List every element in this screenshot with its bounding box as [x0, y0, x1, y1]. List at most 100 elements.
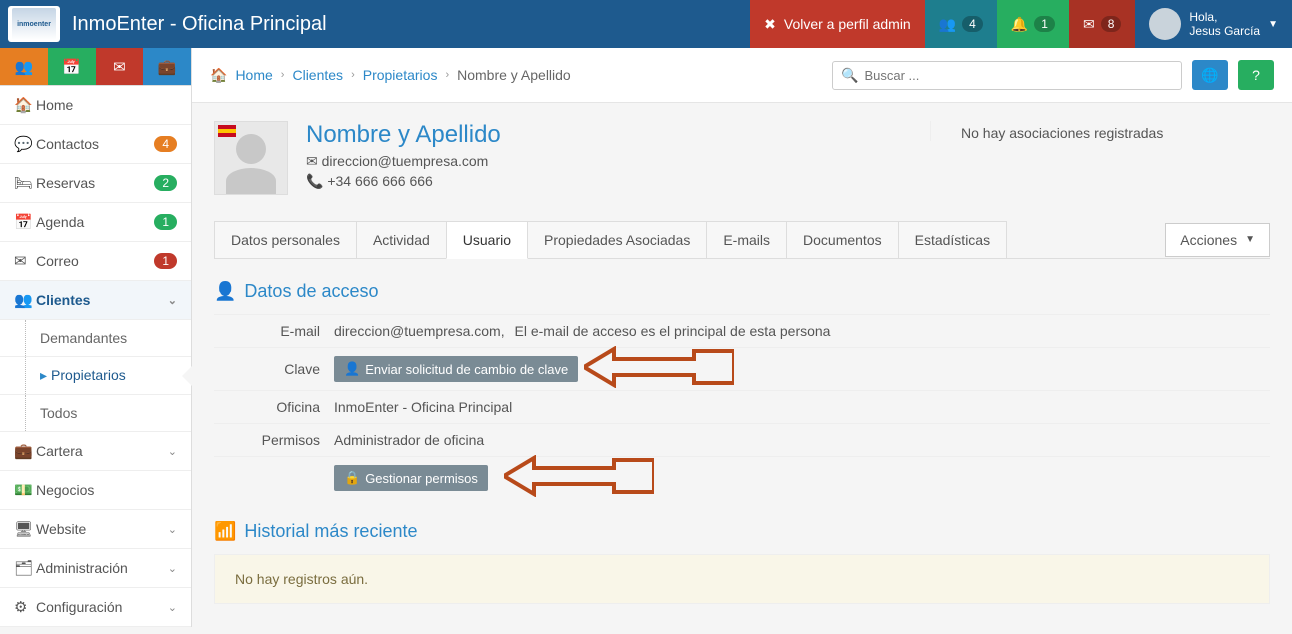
- associations-panel: No hay asociaciones registradas: [930, 121, 1270, 141]
- value-email: direccion@tuempresa.com,: [334, 323, 505, 339]
- sidebar-label: Clientes: [36, 292, 168, 308]
- home-icon: 🏠: [14, 96, 36, 114]
- sub-label: Propietarios: [51, 367, 126, 383]
- tab-estadisticas[interactable]: Estadísticas: [898, 221, 1007, 258]
- tab-emails[interactable]: E-mails: [706, 221, 787, 258]
- top-notifications-button[interactable]: 🔔 1: [997, 0, 1069, 48]
- sidebar-label: Agenda: [36, 214, 154, 230]
- sidebar-sub-propietarios[interactable]: ▸Propietarios: [0, 357, 191, 395]
- sidebar-quick-actions: 👥 📅 ✉ 💼: [0, 48, 191, 86]
- envelope-icon: ✉: [1083, 16, 1095, 33]
- badge: 2: [154, 175, 177, 191]
- sidebar-label: Configuración: [36, 599, 168, 615]
- sidebar-item-administracion[interactable]: 🗂 Administración ⌄: [0, 549, 191, 588]
- chevron-down-icon: ⌄: [168, 562, 177, 575]
- search-input[interactable]: [864, 68, 1173, 83]
- chevron-down-icon: ⌄: [168, 523, 177, 536]
- flag-es-icon: [218, 125, 236, 137]
- send-password-change-button[interactable]: 👤 Enviar solicitud de cambio de clave: [334, 356, 578, 382]
- quick-users-button[interactable]: 👥: [0, 48, 48, 85]
- bell-icon: 🔔: [1011, 16, 1028, 33]
- label-permisos: Permisos: [214, 432, 334, 448]
- quick-mail-button[interactable]: ✉: [96, 48, 144, 85]
- help-button[interactable]: ?: [1238, 60, 1274, 90]
- sidebar-item-website[interactable]: 🖥 Website ⌄: [0, 510, 191, 549]
- tab-documentos[interactable]: Documentos: [786, 221, 899, 258]
- tab-datos-personales[interactable]: Datos personales: [214, 221, 357, 258]
- row-gestionar: 🔒 Gestionar permisos: [214, 456, 1270, 499]
- profile-email: direccion@tuempresa.com: [322, 153, 489, 169]
- quick-briefcase-button[interactable]: 💼: [143, 48, 191, 85]
- users-icon: 👥: [14, 291, 36, 309]
- badge: 1: [154, 253, 177, 269]
- rss-icon: 📶: [214, 521, 236, 542]
- breadcrumb-bar: 🏠 Home › Clientes › Propietarios › Nombr…: [192, 48, 1292, 103]
- sidebar-item-clientes[interactable]: 👥 Clientes ⌄: [0, 281, 191, 320]
- section-datos-acceso: 👤 Datos de acceso: [214, 281, 1270, 302]
- sidebar-item-home[interactable]: 🏠 Home: [0, 86, 191, 125]
- caret-right-icon: ▸: [40, 367, 47, 383]
- user-icon: 👤: [214, 281, 236, 302]
- users-icon: 👥: [15, 58, 34, 76]
- briefcase-icon: 💼: [14, 442, 36, 460]
- btn-label: Gestionar permisos: [365, 471, 478, 486]
- phone-icon: 📞: [306, 173, 323, 189]
- label-clave: Clave: [214, 361, 334, 377]
- globe-button[interactable]: 🌐: [1192, 60, 1228, 90]
- hello-label: Hola,: [1189, 10, 1260, 24]
- chevron-right-icon: ›: [445, 69, 449, 81]
- profile-name: Nombre y Apellido: [306, 121, 501, 149]
- home-icon: 🏠: [210, 67, 227, 84]
- chevron-right-icon: ›: [351, 69, 355, 81]
- label-email: E-mail: [214, 323, 334, 339]
- badge: 1: [154, 214, 177, 230]
- value-permisos: Administrador de oficina: [334, 432, 484, 448]
- sidebar-item-negocios[interactable]: 💵 Negocios: [0, 471, 191, 510]
- manage-permissions-button[interactable]: 🔒 Gestionar permisos: [334, 465, 488, 491]
- row-clave: Clave 👤 Enviar solicitud de cambio de cl…: [214, 347, 1270, 390]
- section-historial: 📶 Historial más reciente: [214, 521, 1270, 542]
- sidebar-label: Negocios: [36, 482, 177, 498]
- sidebar-label: Contactos: [36, 136, 154, 152]
- sidebar-sub-todos[interactable]: Todos: [0, 395, 191, 432]
- crumb-current: Nombre y Apellido: [457, 67, 571, 83]
- sidebar-item-contactos[interactable]: 💬 Contactos 4: [0, 125, 191, 164]
- row-permisos: Permisos Administrador de oficina: [214, 423, 1270, 456]
- logo[interactable]: inmoenter: [8, 6, 60, 42]
- sidebar-item-configuracion[interactable]: ⚙ Configuración ⌄: [0, 588, 191, 627]
- badge: 4: [154, 136, 177, 152]
- avatar-large: [214, 121, 288, 195]
- tab-usuario[interactable]: Usuario: [446, 221, 528, 259]
- chevron-down-icon: ▼: [1268, 19, 1278, 30]
- profile-header: Nombre y Apellido ✉ direccion@tuempresa.…: [214, 121, 1270, 209]
- search-box[interactable]: 🔍: [832, 61, 1182, 90]
- tab-propiedades[interactable]: Propiedades Asociadas: [527, 221, 707, 258]
- user-menu[interactable]: Hola, Jesus García ▼: [1135, 8, 1292, 40]
- sidebar-item-cartera[interactable]: 💼 Cartera ⌄: [0, 432, 191, 471]
- question-icon: ?: [1252, 67, 1260, 83]
- crumb-clientes[interactable]: Clientes: [292, 67, 343, 83]
- sidebar-label: Cartera: [36, 443, 168, 459]
- sidebar-label: Correo: [36, 253, 154, 269]
- sidebar-item-correo[interactable]: ✉ Correo 1: [0, 242, 191, 281]
- sidebar-item-reservas[interactable]: 🛏 Reservas 2: [0, 164, 191, 203]
- crumb-home[interactable]: Home: [235, 67, 272, 83]
- sidebar-label: Home: [36, 97, 177, 113]
- top-mail-button[interactable]: ✉ 8: [1069, 0, 1135, 48]
- user-greeting: Hola, Jesus García: [1189, 10, 1260, 39]
- crumb-propietarios[interactable]: Propietarios: [363, 67, 438, 83]
- chevron-right-icon: ›: [281, 69, 285, 81]
- sub-label: Todos: [40, 405, 77, 421]
- acciones-label: Acciones: [1180, 232, 1237, 248]
- back-to-admin-button[interactable]: ✖ Volver a perfil admin: [750, 0, 925, 48]
- top-users-button[interactable]: 👥 4: [925, 0, 997, 48]
- username-label: Jesus García: [1189, 24, 1260, 38]
- tabs: Datos personales Actividad Usuario Propi…: [214, 221, 1270, 259]
- quick-calendar-button[interactable]: 📅: [48, 48, 96, 85]
- sidebar-sub-demandantes[interactable]: Demandantes: [0, 320, 191, 357]
- sidebar-item-agenda[interactable]: 📅 Agenda 1: [0, 203, 191, 242]
- tab-actividad[interactable]: Actividad: [356, 221, 447, 258]
- chevron-down-icon: ⌄: [168, 601, 177, 614]
- close-icon: ✖: [764, 16, 776, 33]
- acciones-dropdown[interactable]: Acciones ▼: [1165, 223, 1270, 257]
